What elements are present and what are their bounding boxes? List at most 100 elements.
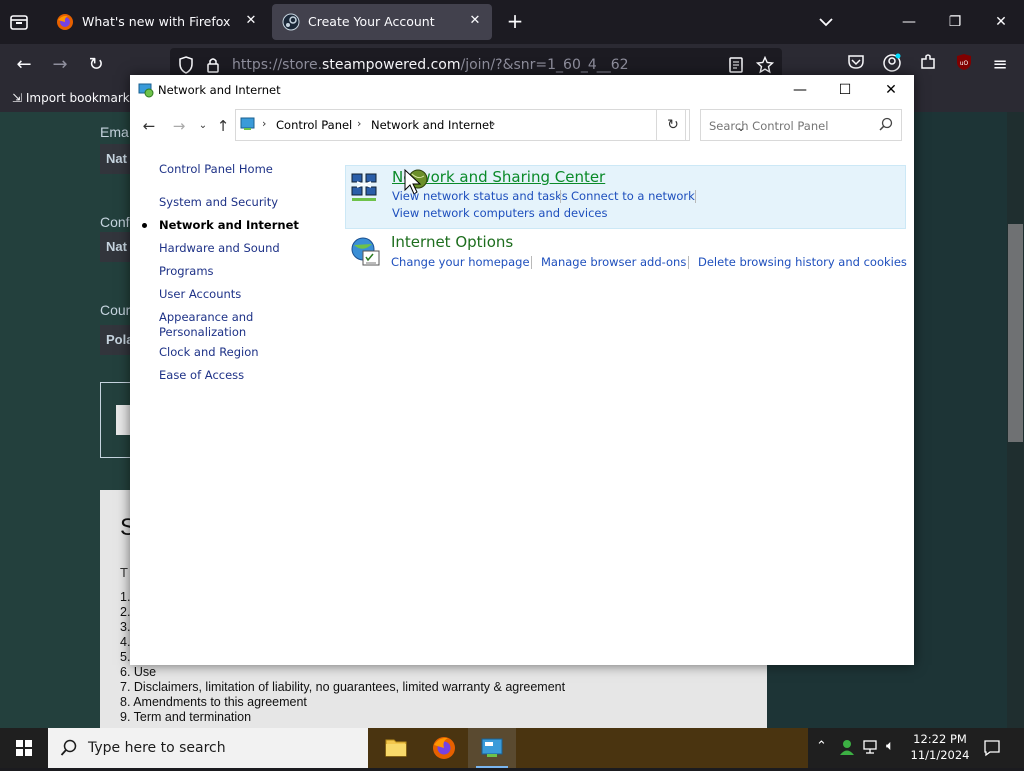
reader-view-icon[interactable] — [728, 56, 744, 77]
network-tray-icon[interactable] — [862, 738, 880, 759]
window-title-bar[interactable]: Network and Internet — ☐ ✕ — [130, 75, 914, 105]
link-separator — [688, 256, 689, 269]
close-tab-icon[interactable]: ✕ — [242, 12, 260, 30]
link-separator — [531, 256, 532, 269]
category-internet-options: Internet Options Change your homepage Ma… — [345, 231, 907, 275]
ublock-origin-icon[interactable]: uO — [952, 53, 976, 77]
sidebar-item-appearance[interactable]: Appearance and Personalization — [159, 310, 269, 340]
manage-addons-link[interactable]: Manage browser add-ons — [541, 255, 686, 269]
change-homepage-link[interactable]: Change your homepage — [391, 255, 530, 269]
taskbar-clock[interactable]: 12:22 PM 11/1/2024 — [908, 731, 972, 763]
back-arrow-icon[interactable]: ← — [140, 117, 158, 135]
agreement-line: 7. Disclaimers, limitation of liability,… — [120, 680, 566, 694]
minimize-icon[interactable]: — — [788, 79, 812, 101]
clock-time: 12:22 PM — [913, 732, 967, 746]
browser-tab-create-account[interactable]: Create Your Account ✕ — [272, 4, 492, 40]
breadcrumb-separator-icon[interactable]: › — [357, 117, 361, 130]
close-icon[interactable]: ✕ — [879, 79, 903, 101]
url-path: /join/?&snr=1_60_4__62 — [460, 57, 629, 73]
page-scrollbar[interactable] — [1007, 112, 1024, 728]
agreement-line: 6. Use — [120, 665, 157, 679]
close-window-icon[interactable]: ✕ — [989, 10, 1013, 34]
breadcrumb-separator-icon[interactable]: › — [262, 117, 266, 130]
extensions-icon[interactable] — [916, 53, 940, 77]
taskbar-search-box[interactable]: Type here to search — [48, 728, 368, 768]
browser-tab-whats-new[interactable]: What's new with Firefox ✕ — [46, 4, 268, 40]
file-explorer-icon[interactable] — [372, 728, 420, 768]
link-separator — [560, 190, 561, 203]
firefox-logo-icon — [56, 13, 74, 31]
taskbar-search-placeholder: Type here to search — [88, 740, 226, 756]
breadcrumb-separator-icon[interactable]: › — [491, 117, 495, 130]
tab-list-icon[interactable] — [8, 12, 30, 32]
view-network-status-link[interactable]: View network status and tasks — [392, 189, 568, 203]
agreement-line: 9. Term and termination — [120, 710, 252, 724]
account-icon[interactable] — [880, 53, 904, 77]
notifications-icon[interactable] — [982, 738, 1002, 761]
breadcrumb-network-internet[interactable]: Network and Internet — [371, 118, 494, 132]
sidebar-item-hardware-sound[interactable]: Hardware and Sound — [159, 241, 280, 256]
agreement-line: 3. — [120, 620, 131, 634]
country-label: Cour — [100, 302, 131, 318]
bookmark-star-icon[interactable] — [755, 55, 775, 77]
internet-options-icon[interactable] — [349, 235, 383, 269]
tab-title: Create Your Account — [308, 14, 435, 29]
forward-arrow-icon[interactable]: → — [170, 117, 188, 135]
control-panel-taskbar-icon[interactable] — [468, 728, 516, 768]
restore-icon[interactable]: ❐ — [943, 10, 967, 34]
svg-text:uO: uO — [960, 60, 969, 67]
agreement-line: 8. Amendments to this agreement — [120, 695, 307, 709]
taskbar: Type here to search ⌃ 🔈︎ 12:22 PM 11/1/2… — [0, 728, 1024, 768]
chevron-down-icon[interactable] — [816, 12, 836, 32]
active-bullet-icon — [142, 223, 147, 228]
network-sharing-icon[interactable] — [350, 170, 384, 204]
firefox-taskbar-icon[interactable] — [420, 728, 468, 768]
pocket-icon[interactable] — [844, 53, 868, 77]
breadcrumb-control-panel[interactable]: Control Panel — [276, 118, 352, 132]
hamburger-menu-icon[interactable]: ≡ — [988, 53, 1012, 77]
new-tab-icon[interactable]: + — [504, 10, 526, 32]
close-tab-icon[interactable]: ✕ — [466, 12, 484, 30]
search-icon — [60, 739, 78, 757]
sidebar-item-user-accounts[interactable]: User Accounts — [159, 287, 241, 302]
url-text[interactable]: https://store.steampowered.com/join/?&sn… — [232, 57, 629, 73]
volume-icon[interactable]: 🔈︎ — [886, 738, 894, 754]
sidebar-item-control-panel-home[interactable]: Control Panel Home — [159, 162, 273, 177]
user-people-icon[interactable] — [838, 738, 856, 759]
confirm-email-label: Conf — [100, 214, 130, 230]
sidebar-item-network-internet[interactable]: Network and Internet — [159, 218, 299, 233]
view-network-computers-link[interactable]: View network computers and devices — [392, 206, 607, 220]
lock-icon[interactable] — [206, 56, 220, 77]
sidebar-item-ease-of-access[interactable]: Ease of Access — [159, 368, 244, 383]
chevron-up-icon[interactable]: ⌃ — [816, 739, 827, 754]
reload-icon[interactable]: ↻ — [84, 53, 108, 77]
back-arrow-icon[interactable]: ← — [12, 53, 36, 77]
internet-options-link[interactable]: Internet Options — [391, 233, 513, 251]
minimize-icon[interactable]: — — [897, 10, 921, 34]
search-icon[interactable] — [879, 117, 893, 131]
sidebar-item-programs[interactable]: Programs — [159, 264, 214, 279]
start-button[interactable] — [0, 728, 48, 768]
delete-browsing-history-link[interactable]: Delete browsing history and cookies — [698, 255, 907, 269]
up-arrow-icon[interactable]: ↑ — [214, 117, 232, 135]
connect-to-network-link[interactable]: Connect to a network — [571, 189, 695, 203]
forward-arrow-icon[interactable]: → — [48, 53, 72, 77]
search-input[interactable] — [707, 116, 876, 136]
system-tray: ⌃ 🔈︎ 12:22 PM 11/1/2024 — [808, 728, 1024, 768]
refresh-icon[interactable]: ↻ — [656, 109, 690, 141]
sidebar-item-clock-region[interactable]: Clock and Region — [159, 345, 259, 360]
agreement-line: 4. — [120, 635, 131, 649]
control-panel-icon — [240, 116, 256, 135]
browser-tab-bar: What's new with Firefox ✕ Create Your Ac… — [0, 0, 1024, 44]
scrollbar-thumb[interactable] — [1008, 224, 1023, 442]
agreement-subheading: T — [120, 565, 128, 580]
maximize-icon[interactable]: ☐ — [833, 79, 857, 101]
import-icon: ⇲ — [12, 91, 23, 105]
recent-locations-chevron-icon[interactable]: ⌄ — [194, 117, 212, 135]
address-bar[interactable]: › Control Panel › Network and Internet ›… — [235, 109, 746, 141]
captcha-checkbox[interactable] — [116, 405, 130, 435]
sidebar-item-system-security[interactable]: System and Security — [159, 195, 278, 210]
search-control-panel[interactable] — [700, 109, 902, 141]
import-bookmarks-button[interactable]: ⇲ Import bookmarks... — [12, 91, 147, 105]
shield-icon[interactable] — [178, 56, 194, 77]
